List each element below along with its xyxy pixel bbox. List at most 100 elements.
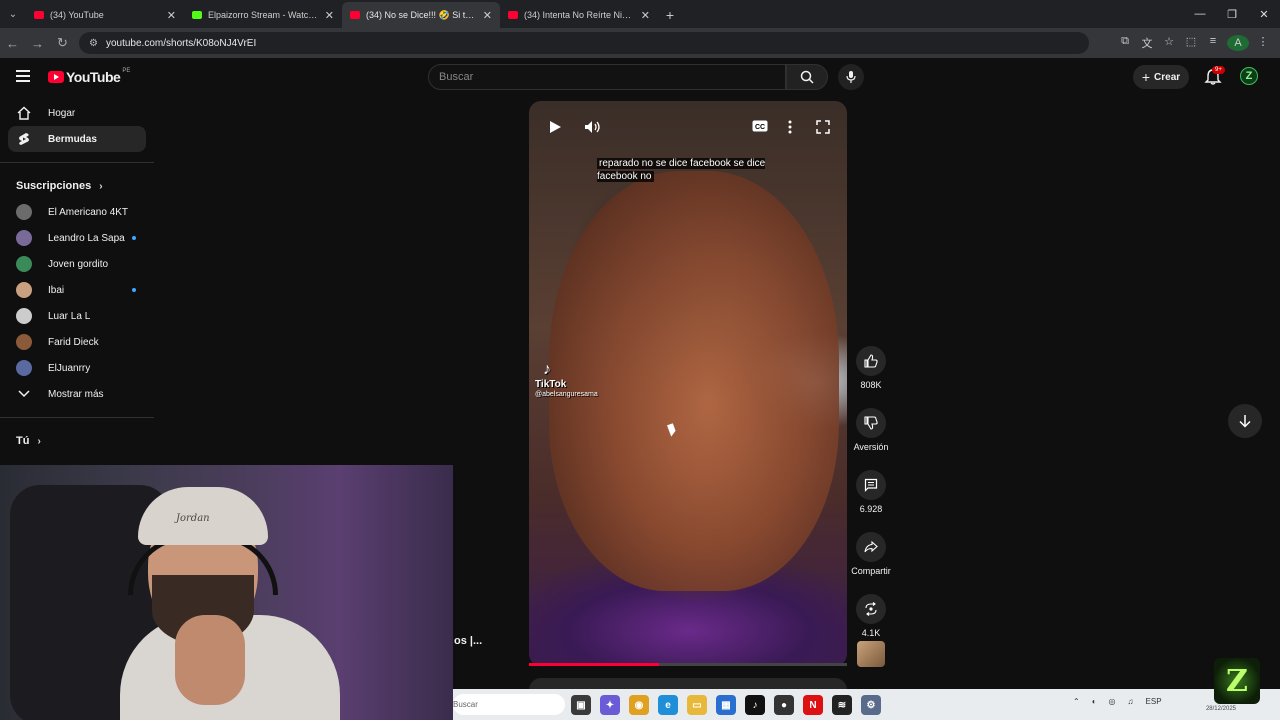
new-tab-button[interactable]: + [658, 2, 682, 28]
you-title: Tú [16, 435, 30, 447]
settings-icon[interactable]: ⚙ [861, 695, 881, 715]
sidebar-item-subscription[interactable]: El Americano 4KT [8, 199, 146, 225]
browser-tab[interactable]: Elpaizorro Stream - Watch Live ✕ [184, 2, 342, 28]
comment-count: 6.928 [859, 504, 883, 514]
sound-thumbnail[interactable] [857, 641, 885, 667]
like-circle [856, 346, 886, 376]
game-app-icon[interactable]: ● [774, 695, 794, 715]
extensions-icon[interactable]: ⬚ [1180, 35, 1202, 51]
maximize-button[interactable]: ❐ [1216, 0, 1248, 28]
more-options-button[interactable] [788, 120, 792, 134]
close-window-button[interactable]: ✕ [1248, 0, 1280, 28]
netflix-icon[interactable]: N [803, 695, 823, 715]
account-avatar[interactable]: Z [1240, 67, 1258, 85]
browser-profile-avatar[interactable]: A [1227, 35, 1249, 51]
search-button[interactable] [786, 64, 828, 90]
edge-icon[interactable]: e [658, 695, 678, 715]
sidebar-item-subscription[interactable]: Joven gordito [8, 251, 146, 277]
volume-icon [585, 121, 600, 133]
volume-button[interactable] [584, 120, 602, 134]
channel-avatar [16, 282, 32, 298]
keyboard-language[interactable]: ESP [1146, 697, 1162, 706]
browser-menu-icon[interactable]: ⋮ [1252, 35, 1274, 51]
remix-button[interactable]: 4.1K [848, 594, 894, 638]
taskbar-apps: ▣ ✦ ◉ e ▭ ▦ ♪ ● N ≋ ⚙ [571, 695, 890, 715]
closed-captions-icon: CC [752, 120, 768, 132]
youtube-play-logo-icon [48, 71, 64, 83]
app-icon[interactable]: ≋ [832, 695, 852, 715]
sidebar-item-subscription[interactable]: ElJuanrry [8, 355, 146, 381]
search-input[interactable] [439, 71, 775, 83]
search-icon [800, 70, 814, 84]
store-icon[interactable]: ▦ [716, 695, 736, 715]
browser-tab[interactable]: (34) Intenta No Reírte Nivel Dio ✕ [500, 2, 658, 28]
more-vertical-icon [788, 120, 792, 134]
show-more-button[interactable]: Mostrar más [8, 381, 146, 407]
create-button[interactable]: + Crear [1133, 65, 1189, 89]
tab-close-icon[interactable]: ✕ [325, 9, 334, 22]
browser-tab[interactable]: (34) YouTube ✕ [26, 2, 184, 28]
translate-icon[interactable]: 文 [1136, 35, 1158, 51]
cap-logo-text: Jordan [176, 513, 210, 524]
tab-close-icon[interactable]: ✕ [483, 9, 492, 22]
tray-volume-icon[interactable]: ♫ [1128, 697, 1134, 706]
sidebar-item-subscription[interactable]: Ibai [8, 277, 146, 303]
video-progress-bar[interactable] [529, 663, 847, 666]
media-control-icon[interactable]: ≡ [1202, 35, 1224, 51]
voice-search-button[interactable] [838, 64, 864, 90]
next-video-button[interactable] [1228, 404, 1262, 438]
tab-close-icon[interactable]: ✕ [167, 9, 176, 22]
share-button[interactable]: Compartir [848, 532, 894, 576]
chevron-down-icon [16, 386, 32, 402]
taskbar-search[interactable]: Buscar [453, 694, 565, 715]
channel-name: Joven gordito [48, 258, 109, 270]
youtube-logo-text: YouTube [66, 69, 121, 85]
watermark-text: TikTok [535, 379, 567, 390]
sidebar-item-subscription[interactable]: Luar La L [8, 303, 146, 329]
url-bar[interactable]: ⚙ youtube.com/shorts/K08oNJ4VrEI [79, 32, 1089, 54]
task-view-icon[interactable]: ▣ [571, 695, 591, 715]
youtube-logo[interactable]: YouTube PE [48, 68, 130, 85]
chevron-right-icon: › [99, 180, 103, 192]
tray-network-icon[interactable]: ◎ [1109, 697, 1116, 706]
site-info-icon[interactable]: ⚙ [89, 38, 98, 49]
reload-button[interactable]: ↻ [50, 35, 75, 51]
address-bar-row: ← → ↻ ⚙ youtube.com/shorts/K08oNJ4VrEI ⧉… [0, 28, 1280, 58]
sidebar-item-shorts[interactable]: Bermudas [8, 126, 146, 152]
system-tray: ⌃ ◐ ◎ ♫ ESP [1073, 697, 1174, 706]
browser-tab-active[interactable]: (34) No se Dice!!! 🤣 Si te Ríes ✕ [342, 2, 500, 28]
channel-avatar [16, 204, 32, 220]
play-icon [550, 121, 561, 133]
minimize-button[interactable]: — [1184, 0, 1216, 28]
back-button[interactable]: ← [0, 36, 25, 51]
dislike-circle [856, 408, 886, 438]
subscriptions-heading[interactable]: Suscripciones › [0, 173, 154, 199]
you-heading[interactable]: Tú › [0, 428, 154, 454]
shorts-video-player[interactable]: CC reparado no se dice facebook se dice … [529, 101, 847, 666]
tray-chevron-up-icon[interactable]: ⌃ [1073, 697, 1080, 706]
bookmark-star-icon[interactable]: ☆ [1158, 35, 1180, 51]
search-box [428, 64, 786, 90]
fullscreen-button[interactable] [816, 120, 830, 134]
sidebar-item-subscription[interactable]: Farid Dieck [8, 329, 146, 355]
sidebar-item-subscription[interactable]: Leandro La Sapa [8, 225, 146, 251]
youtube-favicon-icon [350, 11, 360, 19]
partial-title-text: os |... [454, 635, 483, 647]
tray-app-icon[interactable]: ◐ [1092, 697, 1097, 706]
captions-button[interactable]: CC [752, 120, 768, 132]
chrome-icon[interactable]: ◉ [629, 695, 649, 715]
copilot-icon[interactable]: ✦ [600, 695, 620, 715]
install-app-icon[interactable]: ⧉ [1114, 35, 1136, 51]
play-button[interactable] [548, 120, 562, 134]
dislike-button[interactable]: Aversión [848, 408, 894, 452]
sidebar-item-home[interactable]: Hogar [8, 100, 146, 126]
file-explorer-icon[interactable]: ▭ [687, 695, 707, 715]
tab-search-button[interactable]: ⌄ [0, 0, 26, 28]
tab-close-icon[interactable]: ✕ [641, 9, 650, 22]
tiktok-app-icon[interactable]: ♪ [745, 695, 765, 715]
like-button[interactable]: 808K [848, 346, 894, 390]
comments-button[interactable]: 6.928 [848, 470, 894, 514]
subscriptions-title: Suscripciones [16, 180, 92, 192]
menu-hamburger-icon[interactable] [16, 70, 30, 85]
forward-button[interactable]: → [25, 36, 50, 51]
